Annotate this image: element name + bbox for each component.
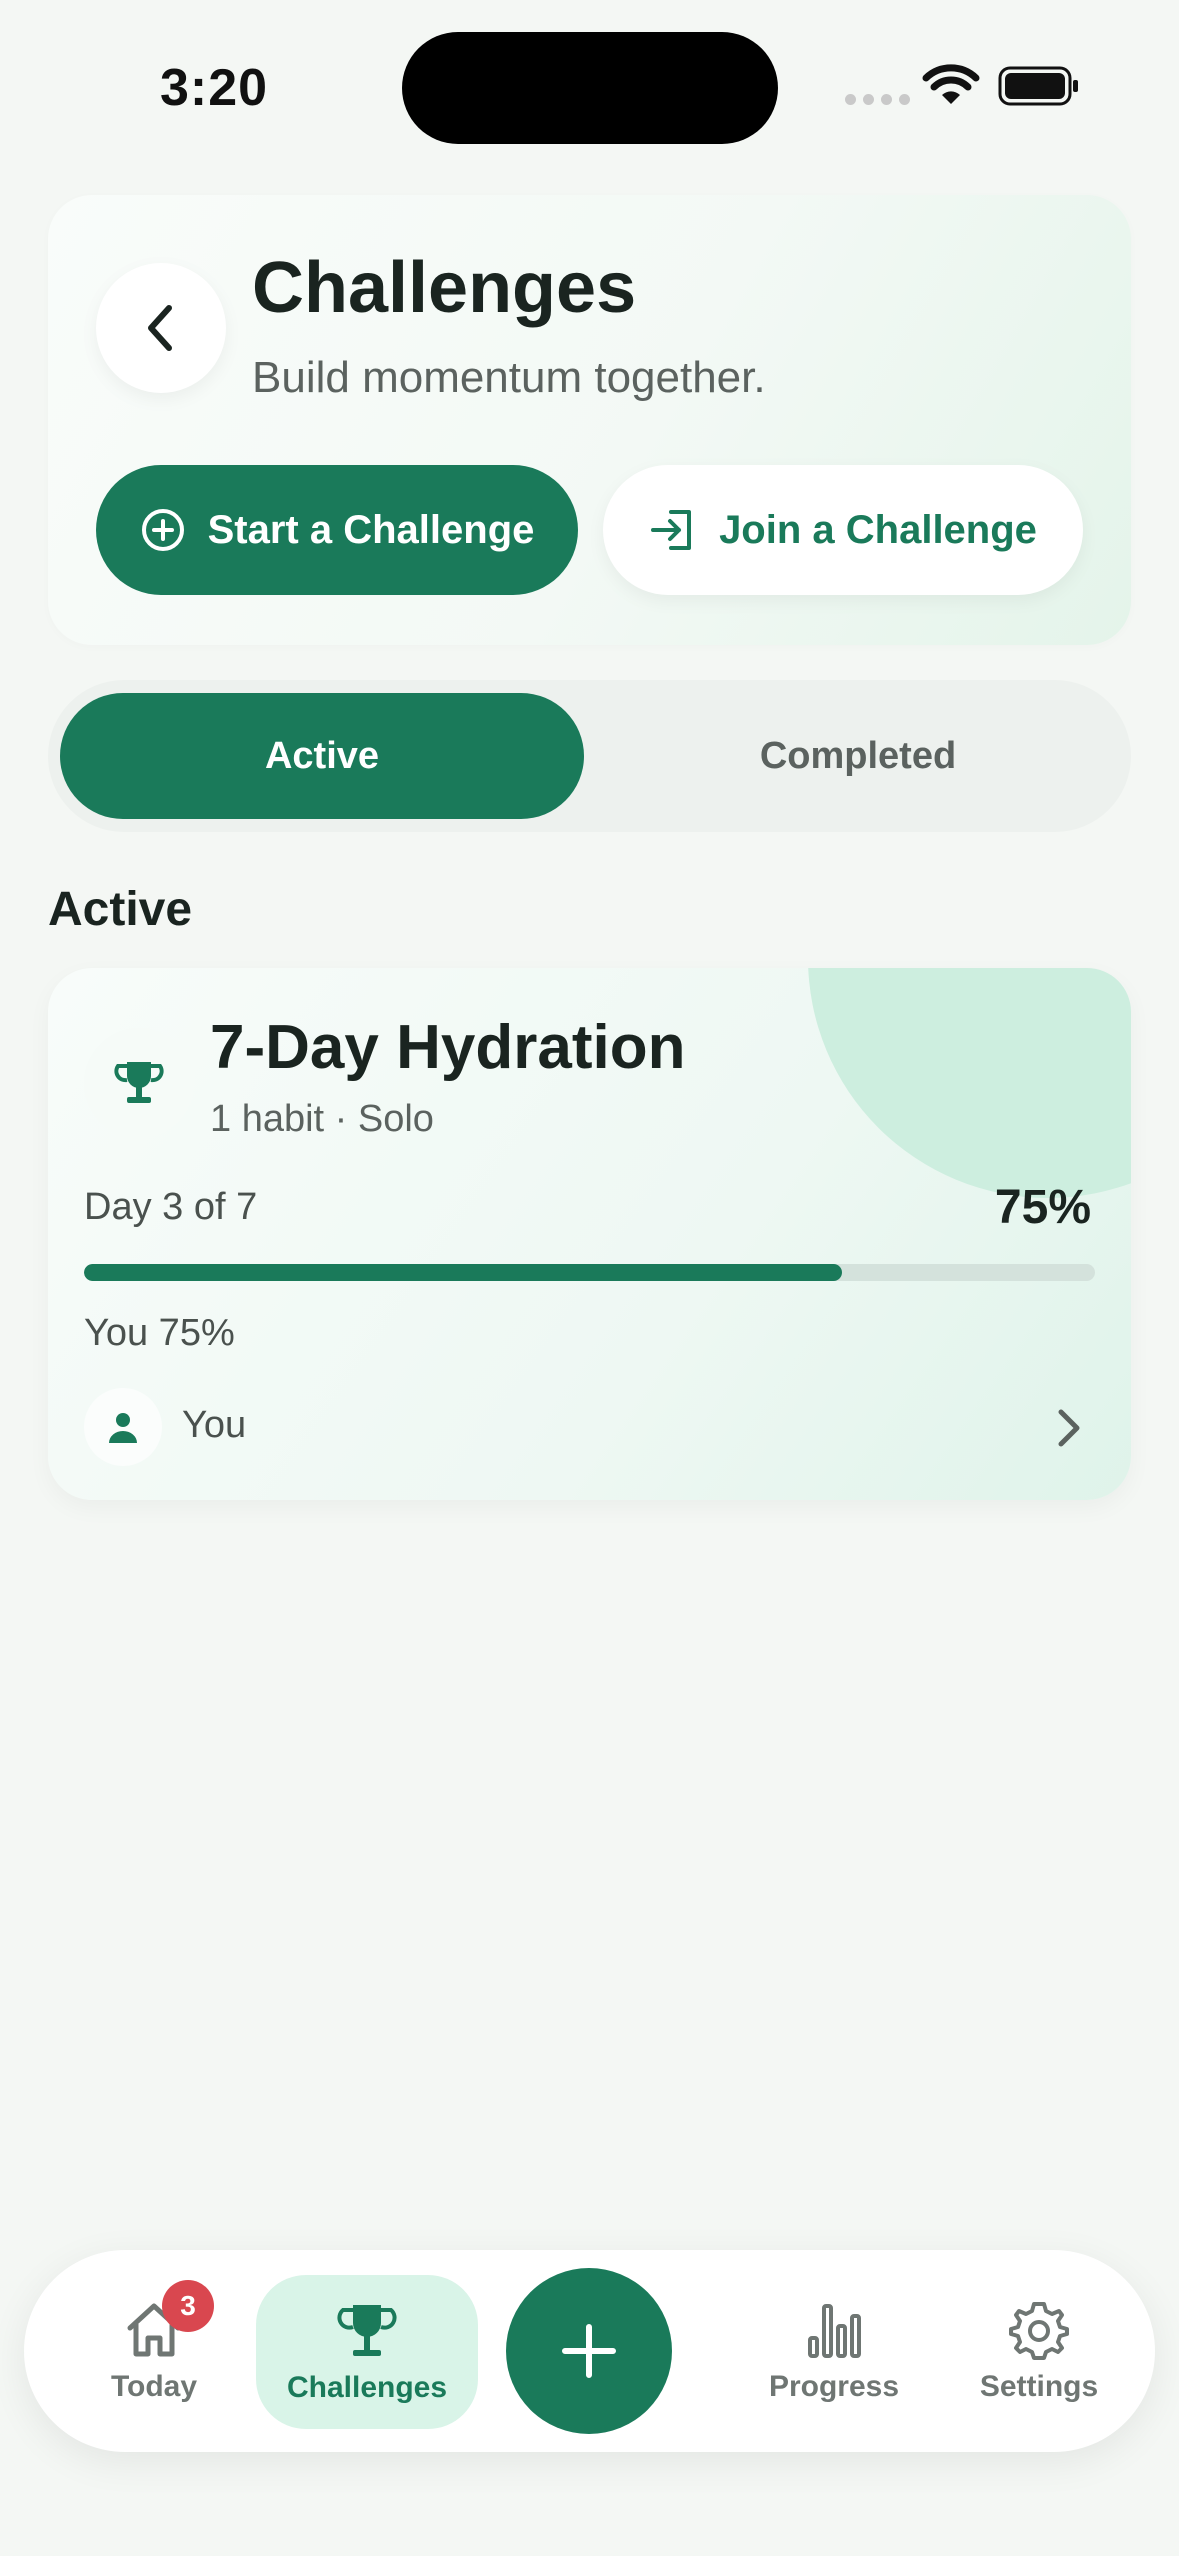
back-button[interactable]	[96, 263, 226, 393]
person-icon	[109, 1413, 137, 1443]
challenge-meta: 1 habit · Solo	[210, 1098, 434, 1140]
join-challenge-label: Join a Challenge	[719, 507, 1037, 552]
challenge-day-label: Day 3 of 7	[84, 1186, 258, 1228]
notification-badge: 3	[162, 2280, 214, 2332]
start-challenge-button[interactable]: Start a Challenge	[96, 465, 578, 595]
member-progress-label: You 75%	[84, 1312, 235, 1354]
battery-icon	[998, 66, 1078, 106]
tab-today-label: Today	[110, 2370, 198, 2403]
tab-progress[interactable]: Progress	[724, 2250, 944, 2452]
tab-settings[interactable]: Settings	[944, 2250, 1134, 2452]
challenge-trophy-badge	[84, 1028, 194, 1138]
bar-chart-icon	[808, 2304, 861, 2358]
header-card: Challenges Build momentum together. Star…	[48, 195, 1131, 645]
app-screen: 3:20 Challenges Build momentum together.…	[0, 0, 1179, 2556]
tab-active[interactable]: Active	[60, 693, 584, 819]
avatar	[84, 1388, 162, 1466]
wifi-icon	[922, 64, 980, 104]
gear-icon	[1009, 2302, 1069, 2360]
plus-circle-icon	[141, 509, 184, 551]
challenge-name: 7-Day Hydration	[210, 1013, 686, 1082]
trophy-icon	[114, 1062, 164, 1103]
challenge-progress-bar	[84, 1264, 1095, 1281]
tab-today[interactable]: Today	[64, 2250, 244, 2452]
challenge-card[interactable]: 7-Day Hydration 1 habit · Solo Day 3 of …	[48, 968, 1131, 1500]
cellular-signal-icon	[845, 94, 910, 105]
card-decoration	[808, 968, 1131, 1198]
sign-in-icon	[651, 510, 692, 550]
page-subtitle: Build momentum together.	[252, 353, 766, 402]
plus-icon	[562, 2324, 616, 2378]
member-name: You	[182, 1404, 247, 1446]
tab-settings-label: Settings	[979, 2370, 1099, 2403]
tab-challenges[interactable]: Challenges	[256, 2275, 478, 2429]
chevron-right-icon[interactable]	[1049, 1404, 1089, 1452]
start-challenge-label: Start a Challenge	[207, 507, 535, 552]
tab-completed[interactable]: Completed	[596, 693, 1120, 819]
trophy-icon	[337, 2305, 397, 2356]
dynamic-island	[402, 32, 778, 144]
tab-progress-label: Progress	[768, 2370, 900, 2403]
challenge-percent: 75%	[994, 1181, 1091, 1234]
section-title: Active	[48, 883, 193, 936]
page-title: Challenges	[252, 248, 637, 328]
challenge-progress-fill	[84, 1264, 843, 1281]
tab-bar: Today 3 Challenges Progress Settings	[24, 2250, 1155, 2452]
tab-challenges-label: Challenges	[286, 2371, 448, 2404]
join-challenge-button[interactable]: Join a Challenge	[603, 465, 1083, 595]
status-segmented-control: Active Completed	[48, 680, 1131, 832]
chevron-left-icon	[148, 305, 172, 351]
status-time: 3:20	[160, 59, 269, 117]
add-button[interactable]	[506, 2268, 672, 2434]
